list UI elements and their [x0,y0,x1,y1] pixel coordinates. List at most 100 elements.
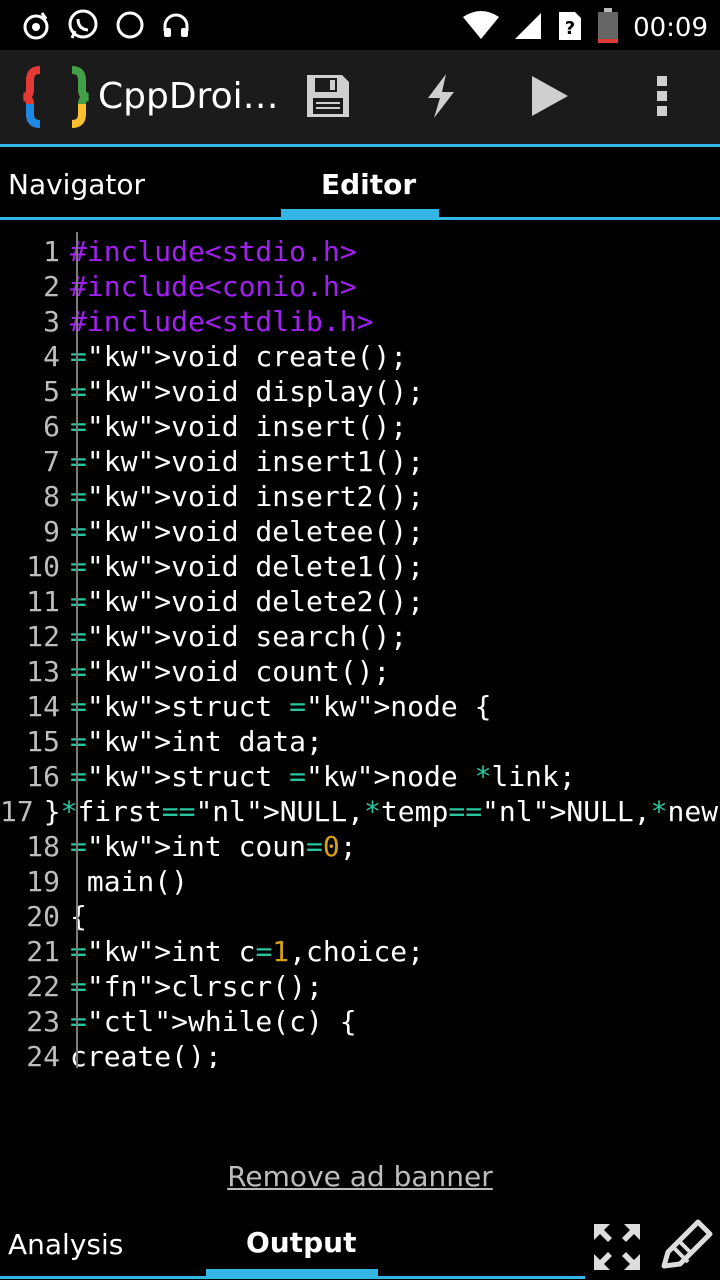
play-icon [528,72,572,124]
code-line: 15 ="kw">int data; [0,724,720,759]
code-text: ="kw">void create(); [70,340,408,373]
tab-analysis[interactable]: Analysis [8,1228,123,1261]
code-text: ="kw">int coun=0; [70,830,357,863]
code-text: ="ctl">while(c) { [70,1005,357,1038]
line-number: 6 [43,410,60,443]
code-line: 6 ="kw">void insert(); [0,409,720,444]
code-line: 3 #include<stdlib.h> [0,304,720,339]
status-time: 00:09 [633,13,708,43]
battery-icon [597,8,619,48]
app-title: CppDroi… [98,76,279,117]
code-line: 17}*first=="nl">NULL,*temp=="nl">NULL,*n… [0,794,720,829]
line-number: 21 [26,935,60,968]
save-button[interactable] [300,70,356,126]
tab-editor-indicator [281,209,439,217]
code-text: ="kw">void display(); [70,375,425,408]
status-bar: ? 00:09 [0,0,720,50]
code-text: ="kw">struct ="kw">node *link; [70,760,576,793]
app-logo-icon[interactable] [22,66,90,128]
code-text: #include<conio.h> [70,270,357,303]
remove-ad-link[interactable]: Remove ad banner [0,1160,720,1193]
code-text: #include<stdlib.h> [70,305,374,338]
tab-editor[interactable]: Editor [321,168,416,201]
top-tabs: Navigator Editor [0,144,720,220]
code-text: }*first=="nl">NULL,*temp=="nl">NULL,*new… [43,795,720,828]
line-number: 1 [43,235,60,268]
line-number: 4 [43,340,60,373]
bottom-tabs: Analysis Output [0,1212,720,1280]
code-line: 13 ="kw">void count(); [0,654,720,689]
line-number: 14 [26,690,60,723]
line-number: 10 [26,550,60,583]
line-number: 20 [26,900,60,933]
line-number: 23 [26,1005,60,1038]
wifi-icon [463,11,500,45]
line-number: 3 [43,305,60,338]
code-text: { [70,900,87,933]
code-text: ="kw">void count(); [70,655,391,688]
code-line: 5 ="kw">void display(); [0,374,720,409]
code-text: ="kw">struct ="kw">node { [70,690,492,723]
code-line: 2 #include<conio.h> [0,269,720,304]
svg-text:?: ? [565,18,575,39]
fullscreen-button[interactable] [590,1220,644,1274]
tab-output[interactable]: Output [246,1226,356,1259]
line-number: 12 [26,620,60,653]
code-editor[interactable]: 1 #include<stdio.h> 2 #include<conio.h> 3 #… [0,232,720,1068]
code-line: 12 ="kw">void search(); [0,619,720,654]
code-text: ="kw">int data; [70,725,323,758]
line-number: 9 [43,515,60,548]
line-number: 8 [43,480,60,513]
flash-icon [420,72,460,124]
code-text: main() [70,865,189,898]
edit-button[interactable] [658,1216,714,1274]
line-number: 16 [26,760,60,793]
code-line: 23 ="ctl">while(c) { [0,1004,720,1039]
line-number: 13 [26,655,60,688]
gutter-divider [76,232,78,1068]
code-text: create(); [70,1040,222,1068]
run-button[interactable] [522,70,578,126]
fullscreen-icon [590,1224,644,1278]
line-number: 19 [26,865,60,898]
code-line: 16 ="kw">struct ="kw">node *link; [0,759,720,794]
overflow-menu-button[interactable] [634,70,690,126]
code-text: ="kw">void deletee(); [70,515,425,548]
code-line: 10 ="kw">void delete1(); [0,549,720,584]
action-bar: CppDroi… [0,50,720,144]
line-number: 24 [26,1040,60,1068]
code-line: 19 main() [0,864,720,899]
code-line: 8 ="kw">void insert2(); [0,479,720,514]
line-number: 15 [26,725,60,758]
line-number: 2 [43,270,60,303]
music-note-icon [20,9,52,45]
line-number: 11 [26,585,60,618]
code-text: ="kw">void insert(); [70,410,408,443]
line-number: 18 [26,830,60,863]
tab-navigator[interactable]: Navigator [8,168,145,201]
build-button[interactable] [412,70,468,126]
code-text: #include<stdio.h> [70,235,357,268]
code-line: 18 ="kw">int coun=0; [0,829,720,864]
code-text: ="kw">int c=1,choice; [70,935,425,968]
code-line: 1 #include<stdio.h> [0,234,720,269]
headset-icon [160,9,192,45]
code-line: 14 ="kw">struct ="kw">node { [0,689,720,724]
code-text: ="kw">void search(); [70,620,408,653]
code-text: ="kw">void insert1(); [70,445,425,478]
code-text: ="kw">void delete2(); [70,585,425,618]
top-divider [0,144,720,147]
bottom-tab-underline [0,1276,585,1279]
line-number: 7 [43,445,60,478]
code-line: 9 ="kw">void deletee(); [0,514,720,549]
code-line: 11 ="kw">void delete2(); [0,584,720,619]
signal-icon [513,11,543,45]
code-text: ="kw">void insert2(); [70,480,425,513]
sim-unknown-icon: ? [557,10,583,46]
code-line: 24 create(); [0,1039,720,1068]
code-line: 20 { [0,899,720,934]
code-line: 21 ="kw">int c=1,choice; [0,934,720,969]
code-line: 7 ="kw">void insert1(); [0,444,720,479]
edit-icon [658,1219,714,1278]
circle-icon [114,9,146,45]
